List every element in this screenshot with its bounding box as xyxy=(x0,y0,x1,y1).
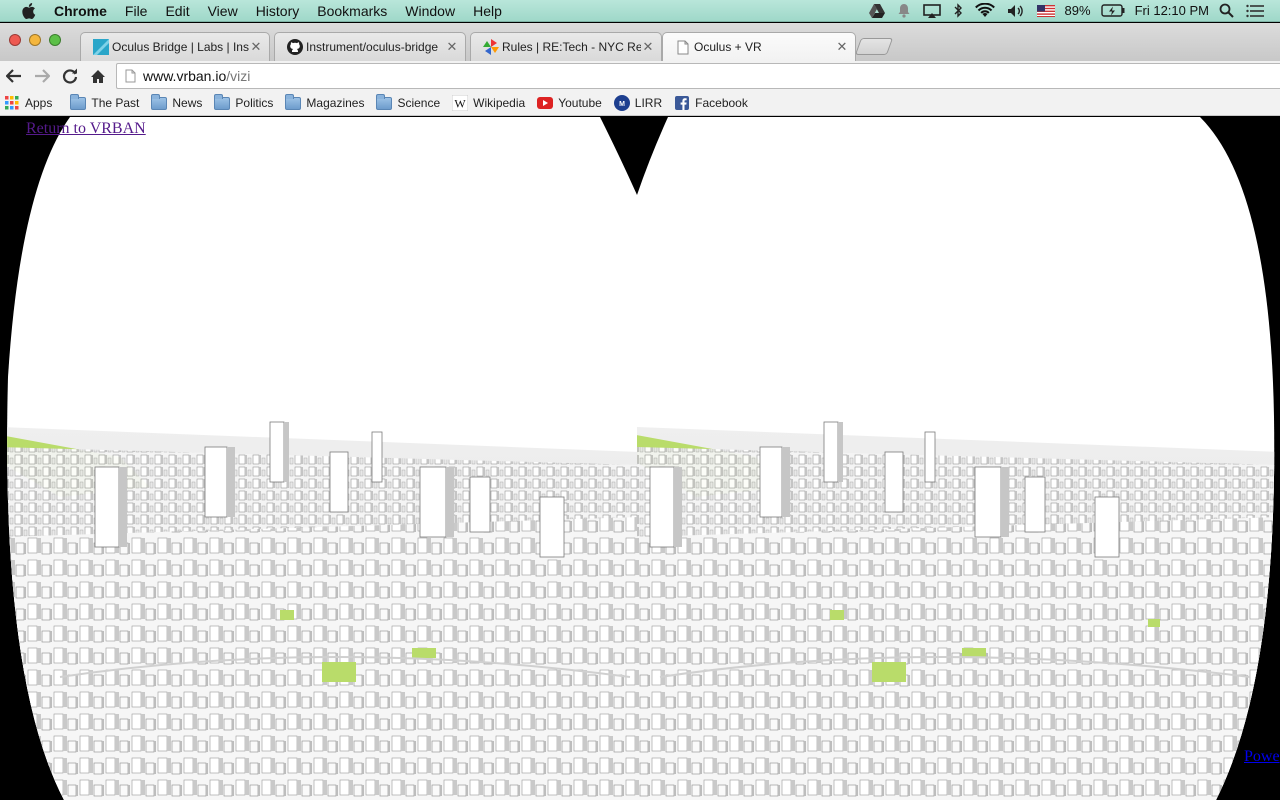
notification-bell-icon[interactable] xyxy=(891,0,917,22)
tab-title: Instrument/oculus-bridge xyxy=(306,40,439,54)
wifi-icon[interactable] xyxy=(969,0,1001,22)
menubar-clock[interactable]: Fri 12:10 PM xyxy=(1131,3,1213,18)
tab-oculus-bridge[interactable]: Oculus Bridge | Labs | Instrument ✕ xyxy=(80,32,270,61)
apple-menu-icon[interactable] xyxy=(18,0,40,22)
forward-button[interactable] xyxy=(28,62,56,90)
tab-title: Rules | RE:Tech - NYC Real Estate xyxy=(502,40,641,54)
spotlight-search-icon[interactable] xyxy=(1213,0,1240,22)
folder-icon xyxy=(151,93,168,111)
back-arrow-icon xyxy=(6,69,21,83)
close-tab-icon[interactable]: ✕ xyxy=(445,39,459,55)
menu-app-name[interactable]: Chrome xyxy=(40,0,116,22)
bookmark-label: Apps xyxy=(25,96,53,110)
folder-icon xyxy=(285,93,302,111)
vr-page-content: Return to VRBAN Powe xyxy=(0,117,1280,800)
svg-text:M: M xyxy=(619,101,625,108)
macos-menu-bar: Chrome File Edit View History Bookmarks … xyxy=(0,0,1280,22)
status-area: 89% Fri 12:10 PM xyxy=(863,0,1280,22)
address-bar[interactable]: www.vrban.io/vizi xyxy=(116,63,1280,89)
reload-button[interactable] xyxy=(56,62,84,90)
forward-arrow-icon xyxy=(35,69,50,83)
menu-history[interactable]: History xyxy=(247,0,309,22)
tab-github-oculus-bridge[interactable]: Instrument/oculus-bridge ✕ xyxy=(274,32,466,61)
battery-icon[interactable] xyxy=(1095,0,1131,22)
google-drive-icon[interactable] xyxy=(863,0,891,22)
page-icon xyxy=(675,39,691,55)
bookmark-label: Youtube xyxy=(558,96,602,110)
new-tab-button[interactable] xyxy=(854,38,894,55)
tab-title: Oculus + VR xyxy=(694,40,762,54)
stereo-vr-canvas[interactable] xyxy=(0,117,1280,800)
bookmark-label: LIRR xyxy=(634,96,663,110)
return-to-vrban-link[interactable]: Return to VRBAN xyxy=(26,120,146,138)
bookmark-label: Magazines xyxy=(306,96,365,110)
close-tab-icon[interactable]: ✕ xyxy=(249,39,263,55)
github-icon xyxy=(287,39,303,55)
mta-icon: M xyxy=(613,95,630,111)
url-host: www.vrban.io xyxy=(143,68,227,84)
tab-title: Oculus Bridge | Labs | Instrument xyxy=(112,40,249,54)
menu-view[interactable]: View xyxy=(199,0,247,22)
url-path: /vizi xyxy=(226,68,251,84)
back-button[interactable] xyxy=(0,62,28,90)
menu-bookmarks[interactable]: Bookmarks xyxy=(308,0,396,22)
notification-center-icon[interactable] xyxy=(1240,0,1270,22)
minimize-window-button[interactable] xyxy=(29,34,41,46)
bookmark-label: Science xyxy=(397,96,441,110)
bookmark-label: The Past xyxy=(91,96,140,110)
bookmark-label: Wikipedia xyxy=(473,96,526,110)
volume-icon[interactable] xyxy=(1001,0,1031,22)
tab-retech-rules[interactable]: Rules | RE:Tech - NYC Real Estate ✕ xyxy=(470,32,662,61)
bookmark-youtube[interactable]: Youtube xyxy=(533,92,610,114)
bookmark-lirr[interactable]: M LIRR xyxy=(610,92,670,114)
tab-strip: Oculus Bridge | Labs | Instrument ✕ Inst… xyxy=(0,23,1280,61)
retech-logo-icon xyxy=(483,39,499,55)
bookmark-wikipedia[interactable]: W Wikipedia xyxy=(448,92,533,114)
folder-icon xyxy=(376,93,393,111)
right-eye-view xyxy=(637,117,1275,800)
bookmark-folder-the-past[interactable]: The Past xyxy=(66,92,147,114)
bookmark-folder-science[interactable]: Science xyxy=(372,92,448,114)
menu-file[interactable]: File xyxy=(116,0,157,22)
folder-icon xyxy=(70,93,87,111)
us-flag-input-icon[interactable] xyxy=(1031,0,1061,22)
bookmark-label: Facebook xyxy=(695,96,748,110)
close-tab-icon[interactable]: ✕ xyxy=(641,39,655,55)
home-icon xyxy=(91,69,105,83)
tab-oculus-vr-active[interactable]: Oculus + VR ✕ xyxy=(662,32,856,61)
zoom-window-button[interactable] xyxy=(49,34,61,46)
airplay-icon[interactable] xyxy=(917,0,947,22)
battery-percent[interactable]: 89% xyxy=(1061,3,1095,18)
bookmark-apps[interactable]: Apps xyxy=(0,92,60,114)
bluetooth-icon[interactable] xyxy=(947,0,969,22)
bookmarks-bar: Apps The Past News Politics Magazines Sc… xyxy=(0,91,1280,116)
close-window-button[interactable] xyxy=(9,34,21,46)
youtube-icon xyxy=(537,95,554,111)
close-tab-icon[interactable]: ✕ xyxy=(835,39,849,55)
browser-toolbar: www.vrban.io/vizi xyxy=(0,61,1280,91)
bookmark-folder-magazines[interactable]: Magazines xyxy=(281,92,372,114)
wikipedia-icon: W xyxy=(452,95,469,111)
bookmark-label: Politics xyxy=(235,96,274,110)
menu-window[interactable]: Window xyxy=(396,0,464,22)
bookmark-facebook[interactable]: Facebook xyxy=(670,92,756,114)
bookmark-folder-news[interactable]: News xyxy=(147,92,210,114)
left-eye-view xyxy=(7,117,638,800)
powered-by-link[interactable]: Powe xyxy=(1244,748,1280,766)
folder-icon xyxy=(214,93,231,111)
bookmark-label: News xyxy=(172,96,203,110)
svg-text:W: W xyxy=(454,97,466,111)
home-button[interactable] xyxy=(84,62,112,90)
facebook-icon xyxy=(674,95,690,111)
menu-help[interactable]: Help xyxy=(464,0,511,22)
instrument-logo-icon xyxy=(93,39,109,55)
bookmark-folder-politics[interactable]: Politics xyxy=(210,92,281,114)
apps-grid-icon xyxy=(4,95,20,111)
menu-edit[interactable]: Edit xyxy=(156,0,198,22)
reload-icon xyxy=(62,68,78,84)
page-info-icon[interactable] xyxy=(117,69,143,83)
